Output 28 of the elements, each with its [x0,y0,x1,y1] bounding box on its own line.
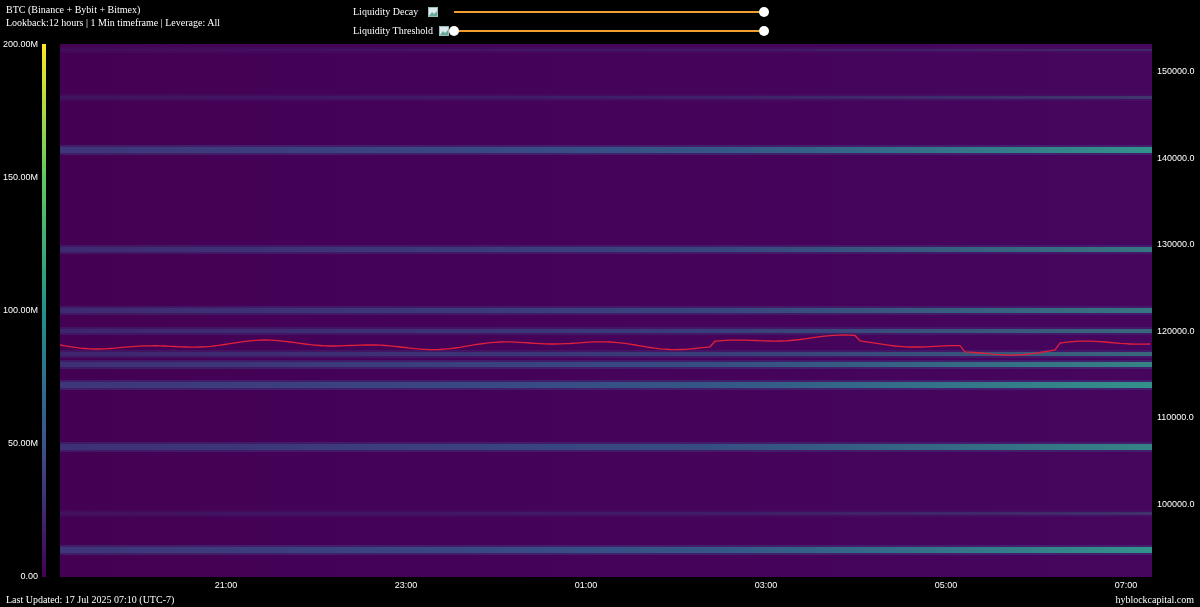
price-tick-label: 120000.0 [1157,325,1196,337]
price-tick-label: 100000.0 [1157,498,1196,510]
colorbar-tick-label: 100.00M [2,305,38,316]
colorbar-tick-label: 200.00M [2,39,38,50]
colorbar-tick-label: 150.00M [2,172,38,183]
price-tick-label: 110000.0 [1157,412,1195,424]
last-updated-text: Last Updated: 17 Jul 2025 07:10 (UTC-7) [6,593,175,606]
time-tick-label: 23:00 [393,580,419,591]
broken-image-icon [439,25,450,36]
price-tick-label: 150000.0 [1157,66,1196,77]
chart-subtitle: Lookback:12 hours | 1 Min timeframe | Leverage: All [6,16,221,29]
time-tick-label: 21:00 [213,580,239,591]
colorbar-tick-label: 0.00 [20,571,38,582]
colorbar-tick-label: 50.00M [7,438,38,449]
slider-thumb[interactable] [759,6,769,17]
price-tick-label: 130000.0 [1157,239,1196,251]
price-tick-label: 140000.0 [1157,152,1196,164]
time-tick-label: 05:00 [933,580,959,591]
slider-thumb[interactable] [449,25,459,36]
time-tick-label: 03:00 [753,580,779,591]
time-tick-label: 01:00 [573,580,599,591]
source-text: hyblockcapital.com [1115,593,1194,606]
chart-title: BTC (Binance + Bybit + Bitmex) [6,3,142,16]
broken-image-icon [428,6,439,17]
slider-label: Liquidity Threshold [353,24,434,38]
slider-label: Liquidity Decay [353,5,419,19]
time-tick-label: 07:00 [1113,580,1139,591]
slider-thumb[interactable] [759,25,769,36]
